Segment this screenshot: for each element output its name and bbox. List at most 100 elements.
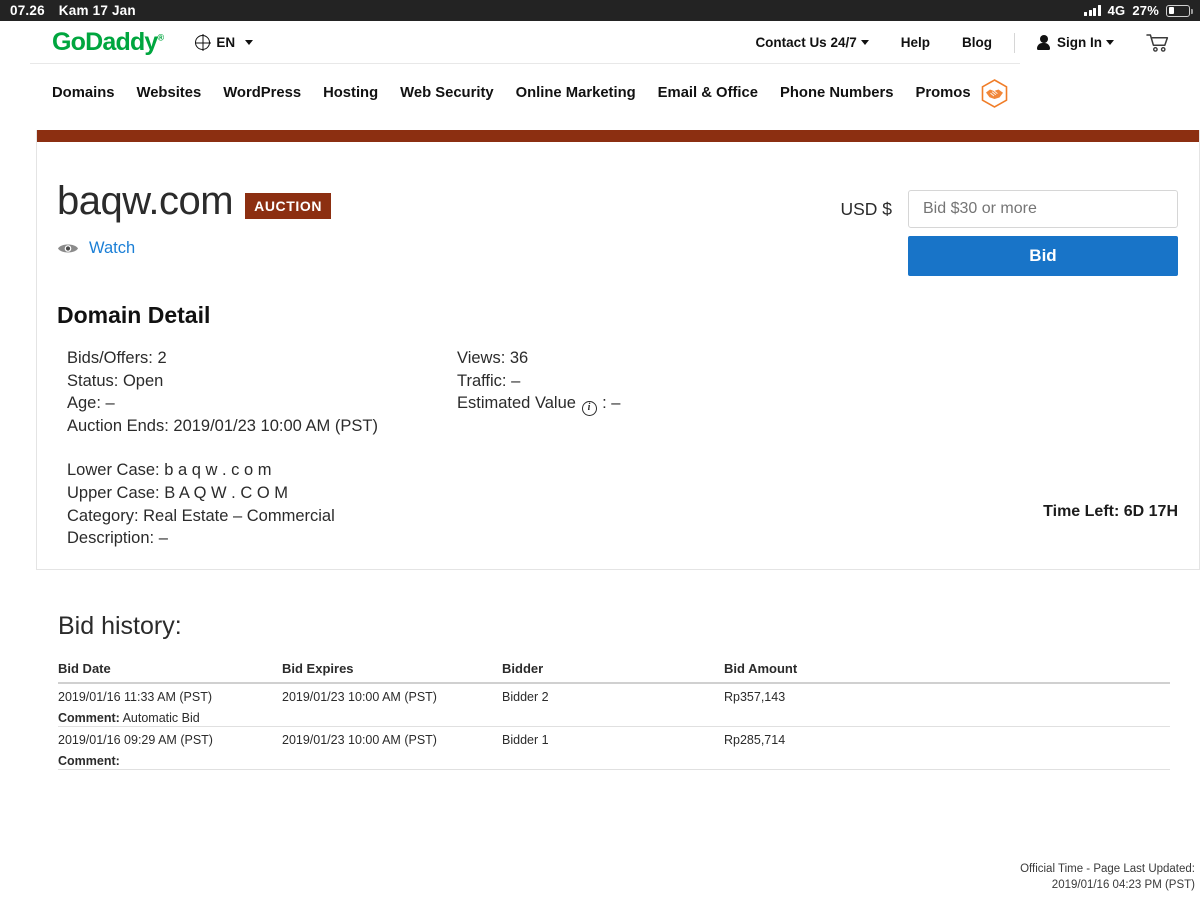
registered-mark: ®	[157, 32, 165, 43]
bid-history-section: Bid history: Bid Date Bid Expires Bidder…	[0, 570, 1200, 770]
cell-bidder: Bidder 2	[502, 682, 724, 705]
column-header-bid-expires: Bid Expires	[282, 661, 354, 676]
status-bar-right: 4G 27%	[1084, 3, 1193, 18]
utility-divider	[1014, 32, 1015, 53]
nav-item-online-marketing[interactable]: Online Marketing	[516, 85, 636, 101]
bid-history-head: Bid Date Bid Expires Bidder Bid Amount	[58, 661, 1170, 683]
column-header-bid-amount: Bid Amount	[724, 661, 798, 676]
bid-amount-input[interactable]	[908, 190, 1178, 228]
official-time-footer: Official Time - Page Last Updated: 2019/…	[1020, 861, 1195, 894]
estimated-value-label: Estimated Value	[457, 394, 576, 413]
utility-links: Contact Us 24/7 Help Blog Sign In	[739, 32, 1200, 53]
signal-bars-icon	[1084, 5, 1101, 16]
bids-offers-value: Bids/Offers: 2	[67, 349, 167, 367]
promos-label: Promos	[915, 85, 971, 101]
cart-button[interactable]	[1130, 33, 1170, 53]
language-label: EN	[216, 35, 236, 50]
blog-link[interactable]: Blog	[946, 35, 1008, 50]
bid-history-title: Bid history:	[58, 612, 182, 640]
estimated-value-row: Estimated Value i : –	[457, 392, 621, 416]
time-left-label: Time Left: 6D 17H	[1043, 503, 1178, 520]
cell-bid-date: 2019/01/16 09:29 AM (PST)	[58, 726, 282, 748]
status-bar-time: 07.26	[10, 3, 45, 18]
contact-us-menu[interactable]: Contact Us 24/7	[739, 35, 884, 50]
views-value: Views: 36	[457, 349, 529, 367]
domain-detail-grid: Bids/Offers: 2 Status: Open Age: – Aucti…	[37, 329, 1199, 437]
cell-bid-amount: Rp357,143	[724, 682, 1170, 705]
watch-link-label[interactable]: Watch	[89, 239, 135, 258]
cell-bid-amount: Rp285,714	[724, 726, 1170, 748]
table-row: 2019/01/16 11:33 AM (PST) 2019/01/23 10:…	[58, 682, 1170, 705]
nav-item-email-office[interactable]: Email & Office	[658, 85, 758, 101]
chevron-down-icon	[245, 40, 254, 45]
nav-item-hosting[interactable]: Hosting	[323, 85, 378, 101]
promos-link[interactable]: Promos	[915, 78, 1200, 108]
status-badge: AUCTION	[245, 193, 332, 219]
column-header-bidder: Bidder	[502, 661, 544, 676]
cell-bid-expires: 2019/01/23 10:00 AM (PST)	[282, 726, 502, 748]
bid-history-body: 2019/01/16 11:33 AM (PST) 2019/01/23 10:…	[58, 682, 1170, 770]
handshake-hexagon-icon	[981, 78, 1008, 108]
official-time-label: Official Time - Page Last Updated:	[1020, 862, 1195, 875]
godaddy-logo[interactable]: GoDaddy®	[52, 28, 165, 57]
bid-input-row: USD $	[840, 190, 1178, 228]
cell-bid-date: 2019/01/16 11:33 AM (PST)	[58, 682, 282, 705]
bid-panel: USD $ Bid	[840, 190, 1178, 276]
chevron-down-icon	[1106, 40, 1114, 45]
nav-item-web-security[interactable]: Web Security	[400, 85, 493, 101]
nav-item-websites[interactable]: Websites	[137, 85, 202, 101]
battery-percent-label: 27%	[1132, 3, 1159, 18]
domain-extra-details: Lower Case: b a q w . c o m Upper Case: …	[37, 437, 1199, 549]
currency-label: USD $	[840, 198, 892, 219]
godaddy-logo-text: GoDaddy	[52, 28, 158, 56]
shopping-cart-icon	[1146, 33, 1170, 53]
bid-button[interactable]: Bid	[908, 236, 1178, 276]
status-bar-date: Kam 17 Jan	[58, 3, 136, 18]
eye-icon	[57, 242, 79, 255]
page-title: baqw.com	[57, 179, 234, 223]
nav-item-domains[interactable]: Domains	[52, 85, 115, 101]
table-header-row: Bid Date Bid Expires Bidder Bid Amount	[58, 661, 1170, 683]
lower-case-value: Lower Case: b a q w . c o m	[67, 461, 272, 480]
mobile-status-bar: 07.26 Kam 17 Jan 4G 27%	[0, 0, 1200, 21]
network-type-label: 4G	[1107, 3, 1126, 18]
nav-item-phone-numbers[interactable]: Phone Numbers	[780, 85, 893, 101]
cell-bid-expires: 2019/01/23 10:00 AM (PST)	[282, 682, 502, 705]
table-comment-row: Comment: Automatic Bid	[58, 705, 1170, 727]
status-value: Status: Open	[67, 371, 164, 390]
bid-history-table: Bid Date Bid Expires Bidder Bid Amount 2…	[58, 661, 1170, 770]
table-row: 2019/01/16 09:29 AM (PST) 2019/01/23 10:…	[58, 726, 1170, 748]
auction-detail-card: baqw.com AUCTION Watch USD $ Bid Domain …	[36, 130, 1200, 570]
cell-comment: Comment:	[58, 748, 1170, 770]
age-value: Age: –	[67, 394, 115, 413]
auction-ends-value: Auction Ends: 2019/01/23 10:00 AM (PST)	[67, 416, 378, 435]
traffic-value: Traffic: –	[457, 371, 521, 390]
nav-item-wordpress[interactable]: WordPress	[223, 85, 301, 101]
table-comment-row: Comment:	[58, 748, 1170, 770]
blog-label: Blog	[962, 35, 992, 50]
contact-us-label: Contact Us 24/7	[755, 35, 857, 50]
column-header-bid-date: Bid Date	[58, 661, 111, 676]
upper-case-value: Upper Case: B A Q W . C O M	[67, 483, 288, 502]
description-value: Description: –	[67, 529, 168, 548]
help-label: Help	[900, 35, 930, 50]
cell-comment: Comment: Automatic Bid	[58, 705, 1170, 727]
battery-icon	[1166, 4, 1193, 17]
estimated-value-value: : –	[602, 394, 621, 413]
domain-detail-right-column: Views: 36 Traffic: – Estimated Value i :…	[457, 347, 620, 437]
comment-text: Automatic Bid	[119, 711, 200, 725]
card-accent-bar	[37, 130, 1199, 142]
help-link[interactable]: Help	[885, 35, 946, 50]
sign-in-label: Sign In	[1057, 35, 1102, 50]
primary-navigation: Domains Websites WordPress Hosting Web S…	[0, 64, 1200, 122]
comment-label: Comment:	[58, 711, 120, 725]
info-icon[interactable]: i	[581, 400, 597, 416]
cell-bidder: Bidder 1	[502, 726, 724, 748]
person-icon	[1037, 35, 1050, 50]
chevron-down-icon	[860, 40, 869, 45]
sign-in-menu[interactable]: Sign In	[1021, 35, 1130, 50]
table-bottom-rule	[58, 769, 1170, 770]
domain-detail-left-column: Bids/Offers: 2 Status: Open Age: – Aucti…	[67, 347, 457, 437]
language-selector[interactable]: EN	[195, 35, 254, 50]
comment-label: Comment:	[58, 754, 120, 768]
